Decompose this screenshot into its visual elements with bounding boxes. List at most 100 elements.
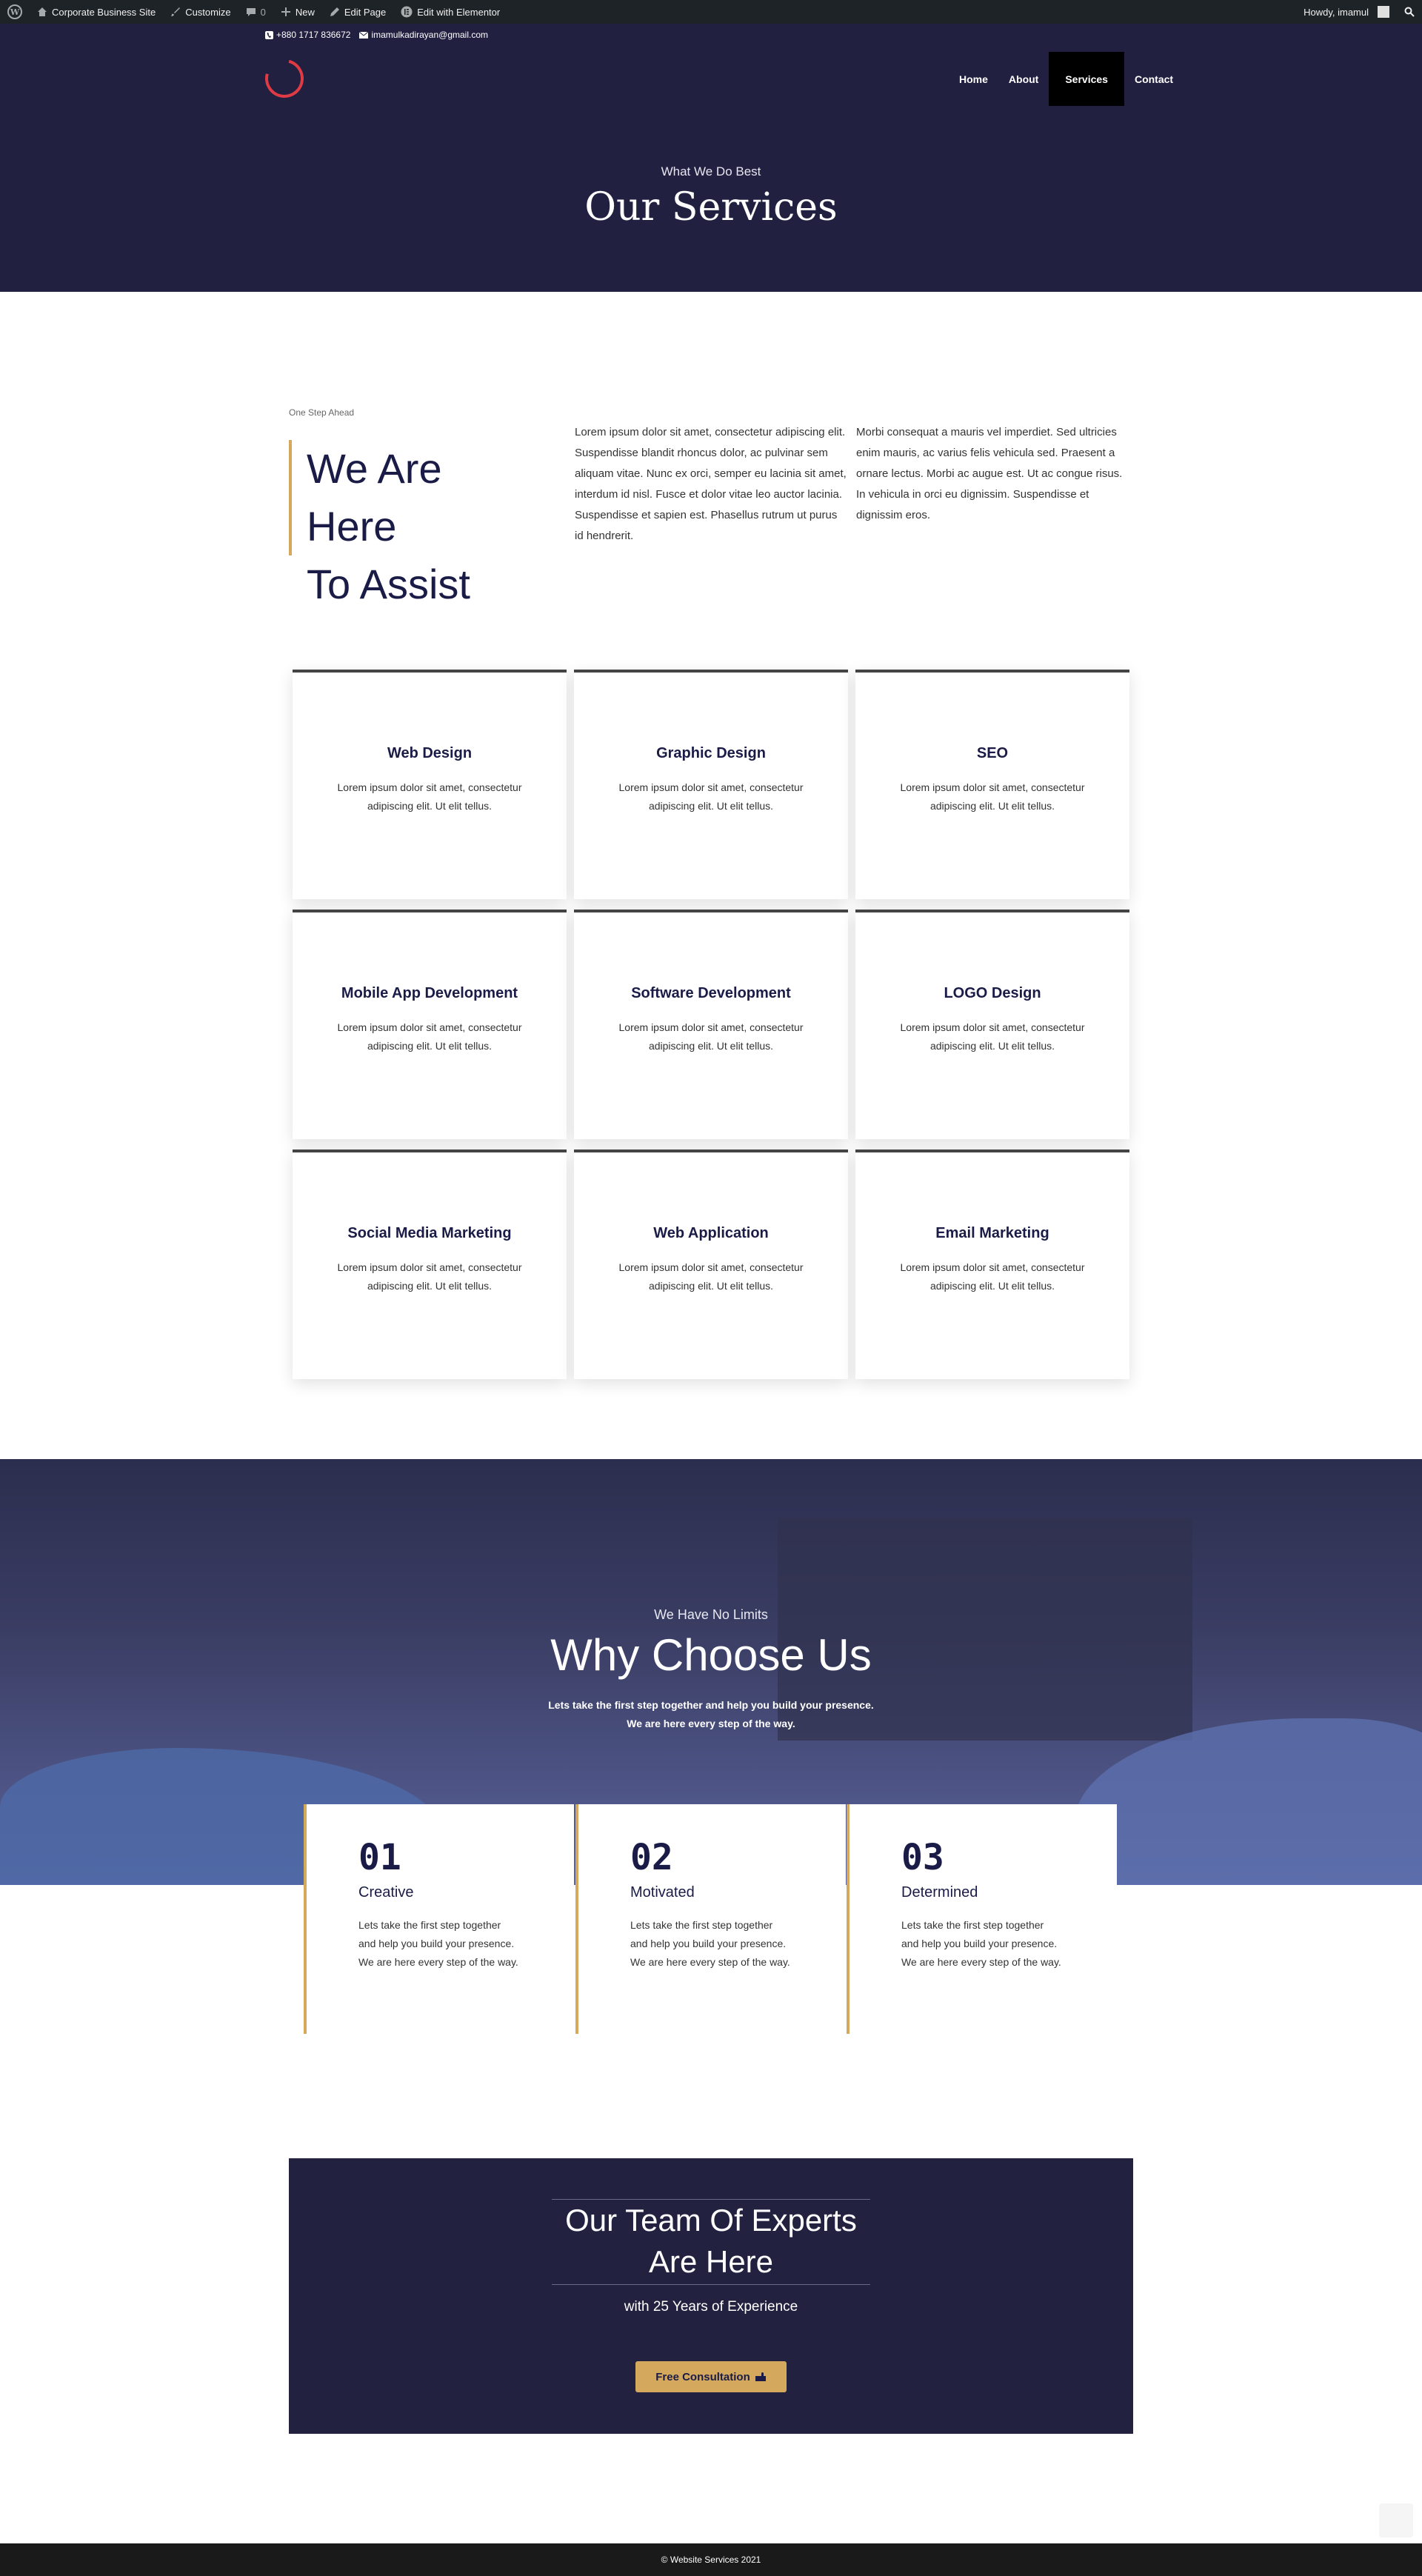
intro-heading-line1: We Are Here	[307, 445, 442, 550]
service-text: Lorem ipsum dolor sit amet, consectetur …	[618, 1261, 804, 1292]
step-line: We are here every step of the way.	[630, 1956, 790, 1968]
email-text: imamulkadirayan@gmail.com	[371, 30, 489, 40]
team-subtitle: with 25 Years of Experience	[624, 2299, 798, 2315]
comments-link[interactable]: 0	[238, 0, 273, 24]
team-title-line2: Are Here	[648, 2244, 774, 2279]
new-label: New	[295, 6, 315, 18]
team-title: Our Team Of Experts Are Here	[552, 2199, 870, 2285]
pencil-icon	[330, 7, 339, 16]
customize-link[interactable]: Customize	[163, 0, 238, 24]
step-line: We are here every step of the way.	[358, 1956, 518, 1968]
edit-elementor-link[interactable]: Edit with Elementor	[393, 0, 507, 24]
intro-heading-line2: To Assist	[307, 561, 470, 607]
service-title: Web Design	[387, 745, 473, 761]
admin-search-button[interactable]	[1397, 0, 1422, 24]
phone-contact[interactable]: +880 1717 836672	[265, 30, 350, 40]
service-card-logo-design[interactable]: LOGO Design Lorem ipsum dolor sit amet, …	[855, 910, 1129, 1139]
step-label: Determined	[901, 1884, 978, 1901]
edit-page-link[interactable]: Edit Page	[322, 0, 393, 24]
service-title: LOGO Design	[944, 985, 1041, 1001]
service-text: Lorem ipsum dolor sit amet, consectetur …	[337, 781, 522, 812]
nav-about[interactable]: About	[998, 52, 1049, 106]
new-content-link[interactable]: New	[273, 0, 322, 24]
service-title: Social Media Marketing	[347, 1225, 512, 1241]
step-label: Motivated	[630, 1884, 695, 1901]
site-logo[interactable]	[258, 52, 311, 105]
why-text-line2: We are here every step of the way.	[627, 1718, 795, 1729]
site-name-label: Corporate Business Site	[52, 6, 156, 18]
page-subtitle: What We Do Best	[661, 164, 761, 178]
team-cta-section: Our Team Of Experts Are Here with 25 Yea…	[289, 2158, 1133, 2434]
search-icon	[1404, 7, 1415, 17]
phone-text: +880 1717 836672	[276, 30, 351, 40]
intro-paragraph-2: Morbi consequat a mauris vel imperdiet. …	[856, 426, 1123, 521]
elementor-icon	[401, 6, 413, 18]
hand-pointer-icon	[755, 2372, 766, 2381]
service-card-web-design[interactable]: Web Design Lorem ipsum dolor sit amet, c…	[293, 670, 567, 899]
phone-icon	[265, 30, 273, 39]
service-title: Software Development	[631, 985, 791, 1001]
step-line: and help you build your presence.	[358, 1938, 515, 1949]
step-line: Lets take the first step together	[358, 1919, 501, 1931]
howdy-label: Howdy, imamul	[1304, 6, 1369, 18]
why-title: Why Choose Us	[550, 1630, 872, 1680]
page-title: Our Services	[584, 185, 838, 230]
wordpress-logo-button[interactable]: W	[0, 0, 30, 24]
page-header: +880 1717 836672 imamulkadirayan@gmail.c…	[0, 24, 1422, 292]
avatar	[1378, 6, 1389, 18]
service-text: Lorem ipsum dolor sit amet, consectetur …	[618, 1021, 804, 1052]
service-text: Lorem ipsum dolor sit amet, consectetur …	[618, 781, 804, 812]
scroll-to-top-button[interactable]	[1379, 2503, 1413, 2537]
main-navigation: Home About Services Contact	[949, 52, 1184, 106]
step-number: 01	[358, 1837, 401, 1878]
admin-bar: W Corporate Business Site Customize 0 Ne…	[0, 0, 1422, 24]
free-consultation-button[interactable]: Free Consultation	[635, 2361, 787, 2392]
site-name-link[interactable]: Corporate Business Site	[30, 0, 163, 24]
service-card-mobile-app[interactable]: Mobile App Development Lorem ipsum dolor…	[293, 910, 567, 1139]
step-label: Creative	[358, 1884, 414, 1901]
wordpress-icon: W	[7, 4, 22, 19]
service-title: Web Application	[653, 1225, 769, 1241]
service-card-software-development[interactable]: Software Development Lorem ipsum dolor s…	[574, 910, 848, 1139]
brush-icon	[171, 7, 181, 16]
account-menu[interactable]: Howdy, imamul	[1296, 0, 1397, 24]
step-number: 02	[630, 1837, 673, 1878]
copyright-text: © Website Services 2021	[661, 2555, 761, 2565]
why-text-line1: Lets take the first step together and he…	[548, 1699, 874, 1711]
step-card-creative: 01 Creative Lets take the first step tog…	[304, 1804, 574, 2034]
step-description: Lets take the first step together and he…	[901, 1916, 1072, 1972]
service-card-social-media[interactable]: Social Media Marketing Lorem ipsum dolor…	[293, 1149, 567, 1379]
team-title-line1: Our Team Of Experts	[565, 2203, 857, 2238]
service-title: Email Marketing	[935, 1225, 1049, 1241]
why-subtitle: We Have No Limits	[654, 1607, 768, 1622]
background-shape	[1074, 1718, 1422, 1885]
why-text: Lets take the first step together and he…	[0, 1696, 1422, 1733]
step-line: and help you build your presence.	[630, 1938, 787, 1949]
comment-icon	[246, 8, 256, 16]
step-line: Lets take the first step together	[630, 1919, 773, 1931]
step-line: We are here every step of the way.	[901, 1956, 1061, 1968]
intro-heading: We Are Here To Assist	[289, 440, 511, 607]
plus-icon	[281, 7, 290, 16]
service-card-email-marketing[interactable]: Email Marketing Lorem ipsum dolor sit am…	[855, 1149, 1129, 1379]
step-description: Lets take the first step together and he…	[358, 1916, 529, 1972]
home-icon	[38, 7, 47, 16]
nav-contact[interactable]: Contact	[1124, 52, 1184, 106]
step-line: Lets take the first step together	[901, 1919, 1044, 1931]
nav-services[interactable]: Services	[1049, 52, 1124, 106]
service-text: Lorem ipsum dolor sit amet, consectetur …	[900, 1021, 1085, 1052]
envelope-icon	[359, 31, 369, 39]
email-contact[interactable]: imamulkadirayan@gmail.com	[359, 30, 488, 40]
nav-home[interactable]: Home	[949, 52, 998, 106]
service-card-web-application[interactable]: Web Application Lorem ipsum dolor sit am…	[574, 1149, 848, 1379]
service-card-graphic-design[interactable]: Graphic Design Lorem ipsum dolor sit ame…	[574, 670, 848, 899]
step-card-determined: 03 Determined Lets take the first step t…	[847, 1804, 1117, 2034]
service-title: SEO	[976, 745, 1009, 761]
intro-kicker: One Step Ahead	[289, 407, 355, 418]
customize-label: Customize	[185, 6, 231, 18]
service-card-seo[interactable]: SEO Lorem ipsum dolor sit amet, consecte…	[855, 670, 1129, 899]
edit-elementor-label: Edit with Elementor	[417, 6, 501, 18]
service-text: Lorem ipsum dolor sit amet, consectetur …	[337, 1021, 522, 1052]
intro-paragraph-1: Lorem ipsum dolor sit amet, consectetur …	[575, 426, 847, 542]
step-number: 03	[901, 1837, 944, 1878]
